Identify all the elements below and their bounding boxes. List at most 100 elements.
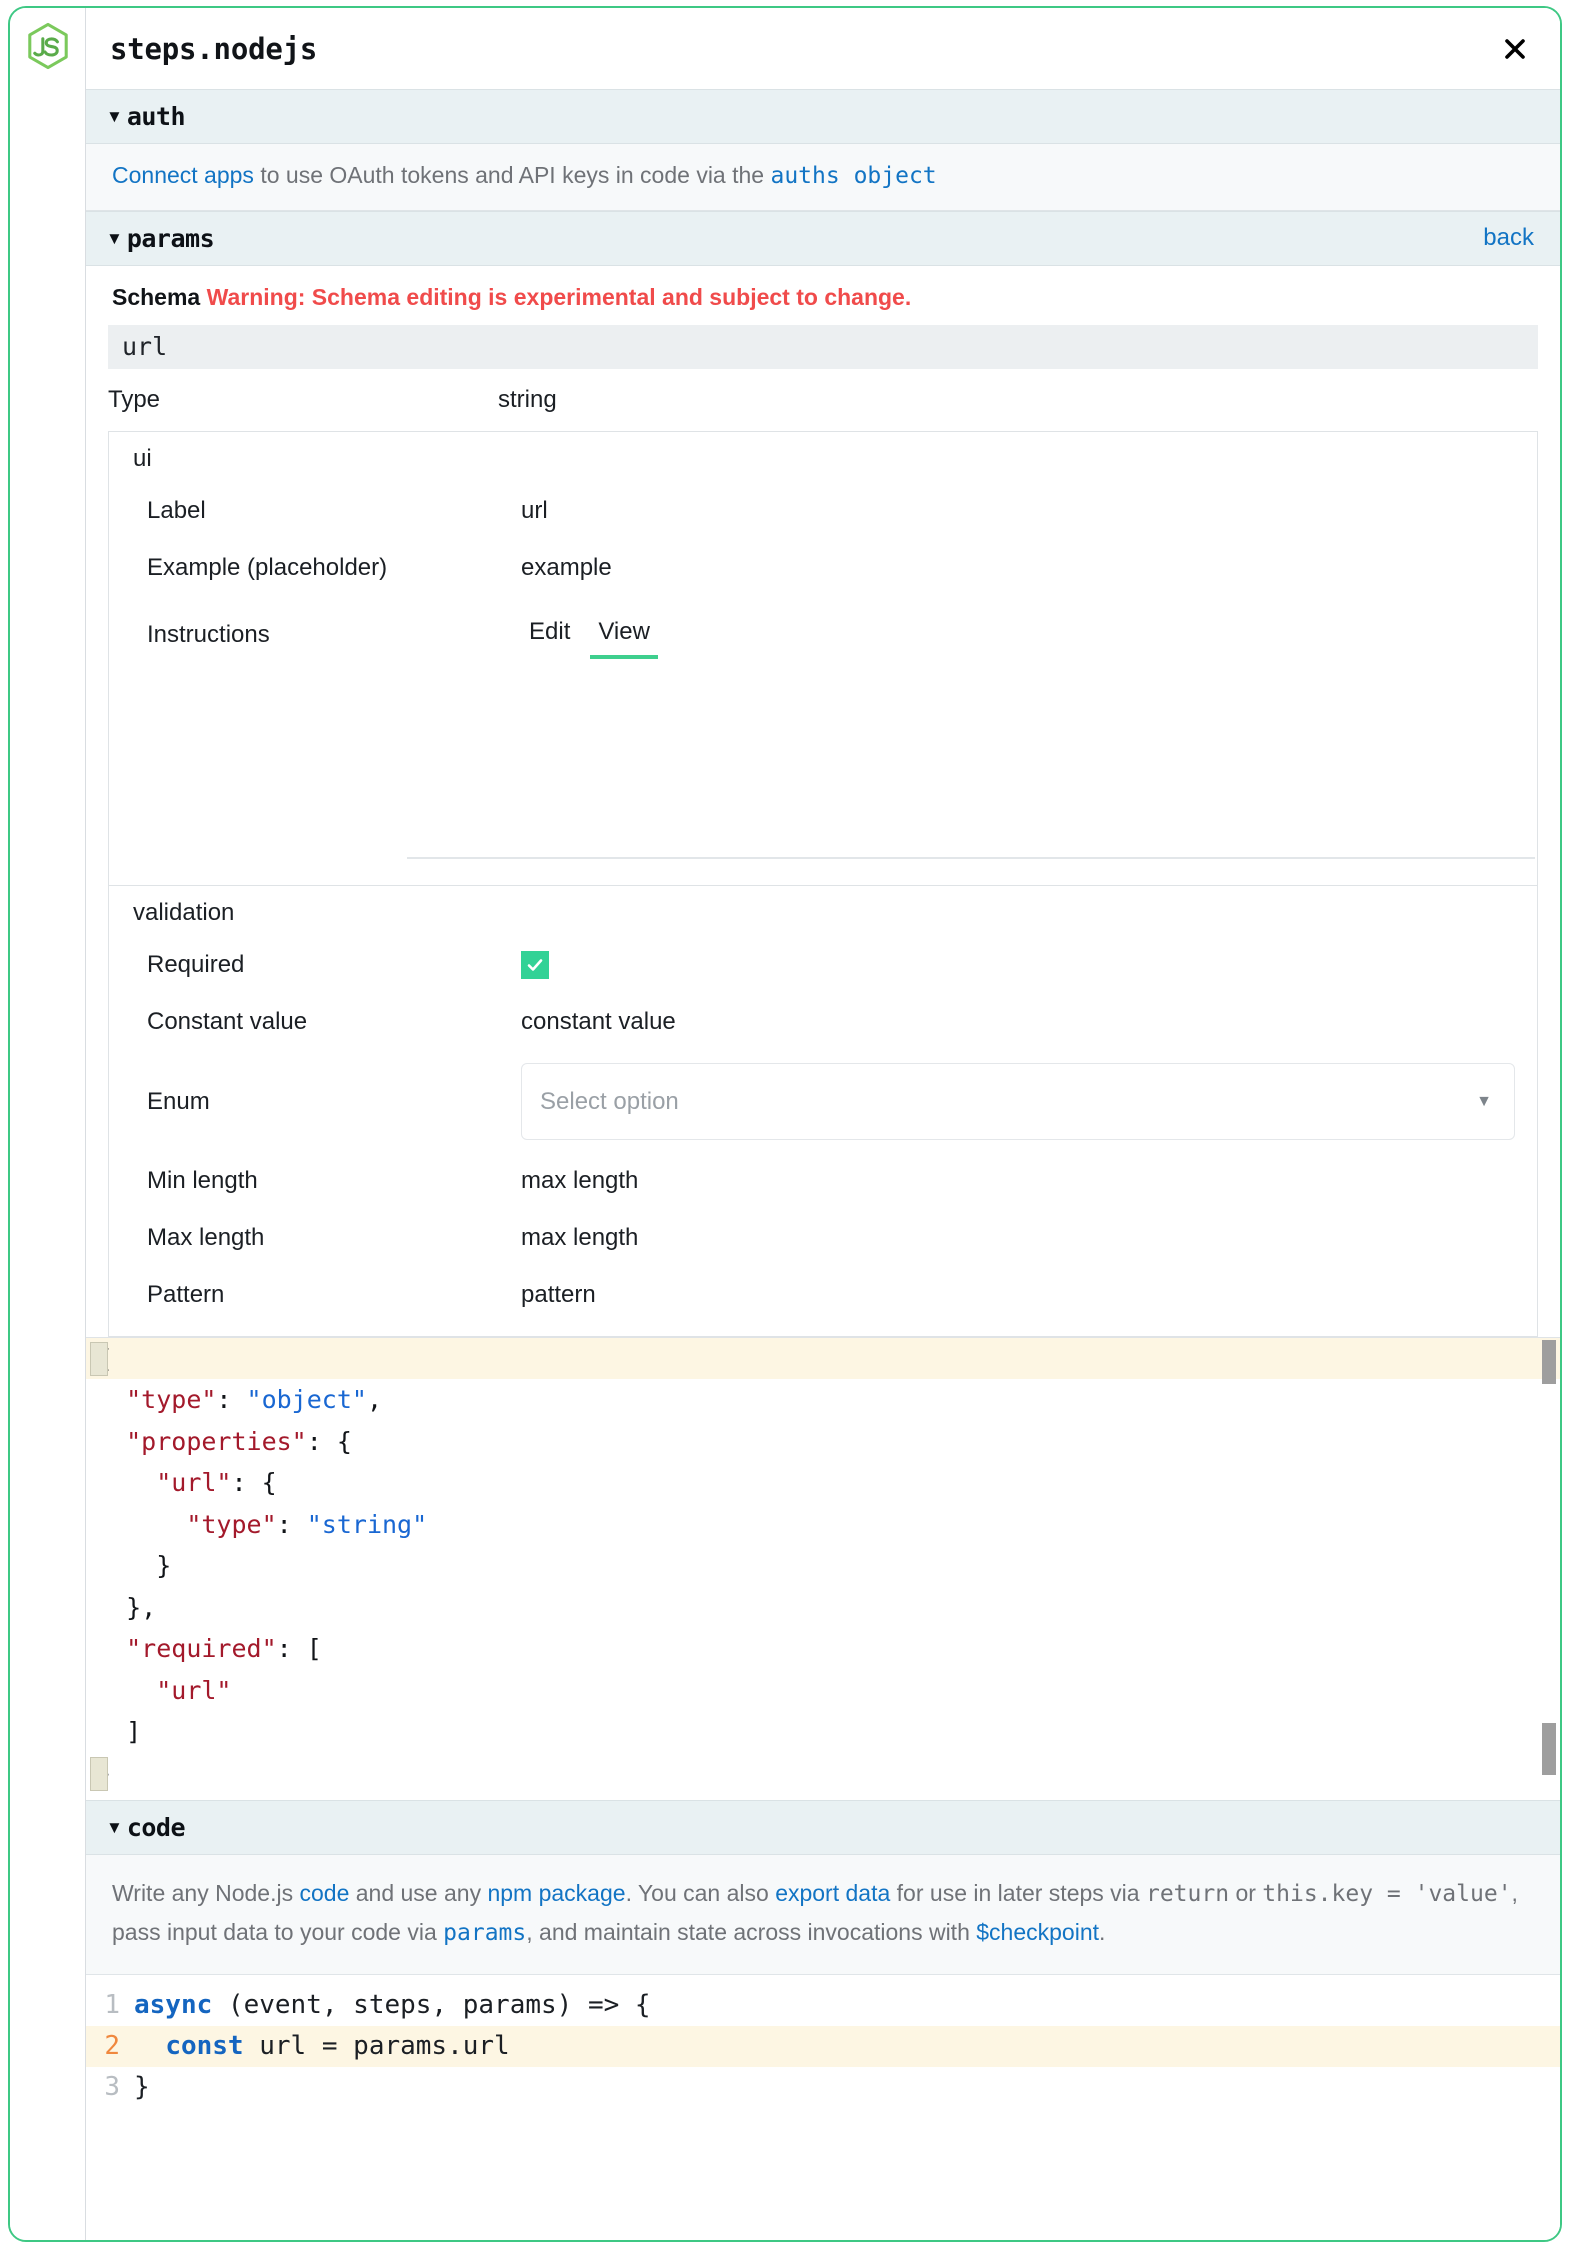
code-line-text: async (event, steps, params) => { [134, 1985, 1560, 2026]
json-line[interactable]: { [86, 1338, 1560, 1380]
section-title-params: params [127, 224, 1483, 253]
code-line[interactable]: 2 const url = params.url [86, 2026, 1560, 2067]
step-body: steps.nodejs ▼ auth Connect apps to use … [86, 8, 1560, 2240]
pattern-label: Pattern [131, 1281, 521, 1309]
nodejs-js-logo-icon [25, 22, 71, 70]
type-value[interactable]: string [498, 386, 1560, 414]
auths-object-link[interactable]: auths object [770, 163, 936, 189]
ui-instructions-row: Instructions Edit View [109, 597, 1537, 659]
ui-example-value[interactable]: example [521, 554, 1537, 582]
min-length-value[interactable]: max length [521, 1167, 1537, 1195]
this-key-code: this.key = 'value' [1262, 1881, 1511, 1907]
max-length-value[interactable]: max length [521, 1224, 1537, 1252]
required-checkbox[interactable] [521, 951, 549, 979]
code-desc-t5: or [1229, 1880, 1262, 1906]
schema-label: Schema [112, 284, 200, 310]
back-link[interactable]: back [1483, 224, 1534, 252]
screenshot-root: steps.nodejs ▼ auth Connect apps to use … [0, 0, 1570, 2248]
step-icon-gutter [10, 8, 86, 2240]
line-number: 1 [86, 1985, 134, 2026]
constant-value-value[interactable]: constant value [521, 1008, 1537, 1036]
checkpoint-link[interactable]: $checkpoint [976, 1919, 1099, 1945]
json-line[interactable]: } [86, 1753, 1560, 1795]
json-line[interactable]: "url" [86, 1670, 1560, 1712]
type-row: Type string [86, 369, 1560, 431]
check-icon [525, 955, 545, 975]
export-data-link[interactable]: export data [775, 1880, 890, 1906]
ui-label-row: Label url [109, 483, 1537, 540]
connect-apps-link[interactable]: Connect apps [112, 162, 254, 188]
json-line[interactable]: }, [86, 1587, 1560, 1629]
schema-warning-text: Warning: Schema editing is experimental … [207, 284, 912, 310]
auth-description-text: to use OAuth tokens and API keys in code… [254, 162, 771, 188]
json-line[interactable]: "type": "string" [86, 1504, 1560, 1546]
ui-label-value[interactable]: url [521, 497, 1537, 525]
section-header-code[interactable]: ▼ code [86, 1800, 1560, 1855]
chevron-down-icon: ▼ [106, 230, 123, 247]
enum-value: Select option ▼ [521, 1063, 1537, 1140]
required-label: Required [131, 951, 521, 979]
type-label: Type [108, 386, 498, 414]
validation-section: validation Required Constant value const… [108, 885, 1538, 1337]
enum-label: Enum [131, 1088, 521, 1116]
pattern-row: Pattern pattern [109, 1267, 1537, 1324]
code-line-text: const url = params.url [134, 2026, 1560, 2067]
instructions-content[interactable] [407, 659, 1535, 859]
page-title: steps.nodejs [110, 32, 1498, 66]
code-link[interactable]: code [299, 1880, 349, 1906]
code-desc-t3: . You can also [626, 1880, 776, 1906]
json-line[interactable]: "required": [ [86, 1628, 1560, 1670]
chevron-down-icon: ▼ [1476, 1093, 1492, 1111]
max-length-row: Max length max length [109, 1210, 1537, 1267]
line-number: 2 [86, 2026, 134, 2067]
chevron-down-icon: ▼ [106, 108, 123, 125]
code-desc-t2: and use any [349, 1880, 487, 1906]
ui-section: ui Label url Example (placeholder) examp… [108, 431, 1538, 885]
line-number: 3 [86, 2067, 134, 2108]
code-desc-t1: Write any Node.js [112, 1880, 299, 1906]
code-line[interactable]: 1async (event, steps, params) => { [86, 1985, 1560, 2026]
section-title-code: code [127, 1813, 1534, 1842]
section-header-auth[interactable]: ▼ auth [86, 89, 1560, 144]
code-line-text: } [134, 2067, 1560, 2108]
ui-example-row: Example (placeholder) example [109, 540, 1537, 597]
ui-example-label: Example (placeholder) [131, 554, 521, 582]
schema-warning-row: Schema Warning: Schema editing is experi… [86, 266, 1560, 325]
json-scrollbar-thumb-top[interactable] [1542, 1340, 1556, 1384]
ui-label-label: Label [131, 497, 521, 525]
ui-instructions-label: Instructions [131, 621, 521, 659]
code-desc-t7: , and maintain state across invocations … [526, 1919, 976, 1945]
brace-match-open [90, 1342, 108, 1376]
section-title-auth: auth [127, 102, 1534, 131]
nodejs-code-editor[interactable]: 1async (event, steps, params) => {2 cons… [86, 1975, 1560, 2240]
code-desc-t8: . [1099, 1919, 1105, 1945]
enum-select[interactable]: Select option ▼ [521, 1063, 1515, 1140]
return-code: return [1146, 1881, 1229, 1907]
json-scrollbar-thumb-bottom[interactable] [1542, 1723, 1556, 1775]
json-line[interactable]: "properties": { [86, 1421, 1560, 1463]
min-length-label: Min length [131, 1167, 521, 1195]
params-link[interactable]: params [443, 1920, 526, 1946]
enum-select-placeholder: Select option [540, 1088, 1476, 1116]
json-line[interactable]: ] [86, 1711, 1560, 1753]
json-line[interactable]: "type": "object", [86, 1379, 1560, 1421]
auth-description: Connect apps to use OAuth tokens and API… [86, 144, 1560, 211]
property-key-value: url [122, 332, 167, 361]
schema-json-editor[interactable]: { "type": "object", "properties": { "url… [86, 1337, 1560, 1801]
close-icon[interactable] [1498, 32, 1532, 66]
required-row: Required [109, 937, 1537, 994]
npm-package-link[interactable]: npm package [487, 1880, 625, 1906]
enum-row: Enum Select option ▼ [109, 1051, 1537, 1153]
section-header-params[interactable]: ▼ params back [86, 211, 1560, 266]
max-length-label: Max length [131, 1224, 521, 1252]
pattern-value[interactable]: pattern [521, 1281, 1537, 1309]
json-line[interactable]: "url": { [86, 1462, 1560, 1504]
json-line[interactable]: } [86, 1545, 1560, 1587]
title-bar: steps.nodejs [86, 8, 1560, 89]
property-key-bar[interactable]: url [108, 325, 1538, 369]
tab-view[interactable]: View [590, 618, 658, 659]
tab-edit[interactable]: Edit [521, 618, 578, 659]
ui-section-title: ui [109, 432, 1537, 483]
code-line[interactable]: 3} [86, 2067, 1560, 2108]
constant-value-label: Constant value [131, 1008, 521, 1036]
